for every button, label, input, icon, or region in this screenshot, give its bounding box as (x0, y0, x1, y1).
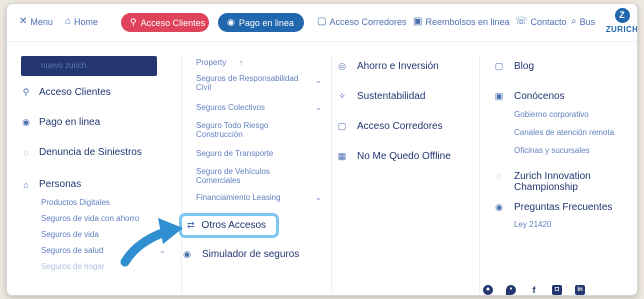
menu-no-me-quedo-offline[interactable]: ▦ No Me Quedo Offline (337, 151, 451, 162)
linkedin-icon[interactable]: in (575, 285, 585, 295)
location-icon[interactable]: • (506, 285, 516, 295)
sub-ley-21420[interactable]: Ley 21420 (514, 220, 551, 229)
sub-oficinas-sucursales[interactable]: Oficinas y sucursales (514, 146, 590, 155)
column-divider (479, 54, 480, 294)
menu-innovation-championship[interactable]: ◌ Zurich Innovation Championship (494, 171, 610, 193)
piggy-bank-icon: ◎ (338, 61, 346, 71)
sub-canales-atencion[interactable]: Canales de atención remota (514, 128, 614, 137)
menu-label: Conócenos (514, 91, 565, 102)
column-divider (331, 54, 332, 294)
menu-label: No Me Quedo Offline (357, 151, 451, 162)
building-icon: ▣ (494, 91, 504, 101)
menu-panel: ✕ Menu ⌂ Home ⚲ Acceso Clientes ◉ Pago e… (6, 3, 638, 296)
grid-icon: ▦ (337, 151, 347, 161)
menu-preguntas-frecuentes[interactable]: ◉ Preguntas Frecuentes (494, 202, 612, 213)
lightbulb-icon: ◌ (496, 171, 502, 181)
sub-gobierno-corporativo[interactable]: Gobierno corporativo (514, 110, 589, 119)
menu-sustentabilidad[interactable]: ✧ Sustentabilidad (337, 91, 425, 102)
instagram-icon[interactable]: ◘ (552, 285, 562, 295)
menu-label: Sustentabilidad (357, 91, 426, 102)
briefcase-icon: ▢ (337, 121, 347, 131)
blog-icon: ▢ (494, 61, 504, 71)
leaf-icon: ✧ (338, 91, 346, 101)
menu-label: Ahorro e Inversión (357, 61, 439, 72)
menu-acceso-corredores[interactable]: ▢ Acceso Corredores (337, 121, 443, 132)
menu-label: Zurich Innovation Championship (514, 171, 591, 193)
whatsapp-icon[interactable]: ● (483, 285, 493, 295)
menu-label: Preguntas Frecuentes (514, 202, 613, 213)
facebook-icon[interactable]: f (529, 285, 539, 295)
question-icon: ◉ (495, 202, 503, 212)
menu-label: Blog (514, 61, 535, 72)
menu-conocenos[interactable]: ▣ Conócenos (494, 91, 565, 102)
menu-ahorro-inversion[interactable]: ◎ Ahorro e Inversión (337, 61, 439, 72)
menu-blog[interactable]: ▢ Blog (494, 61, 534, 72)
menu-label: Acceso Corredores (357, 121, 443, 132)
